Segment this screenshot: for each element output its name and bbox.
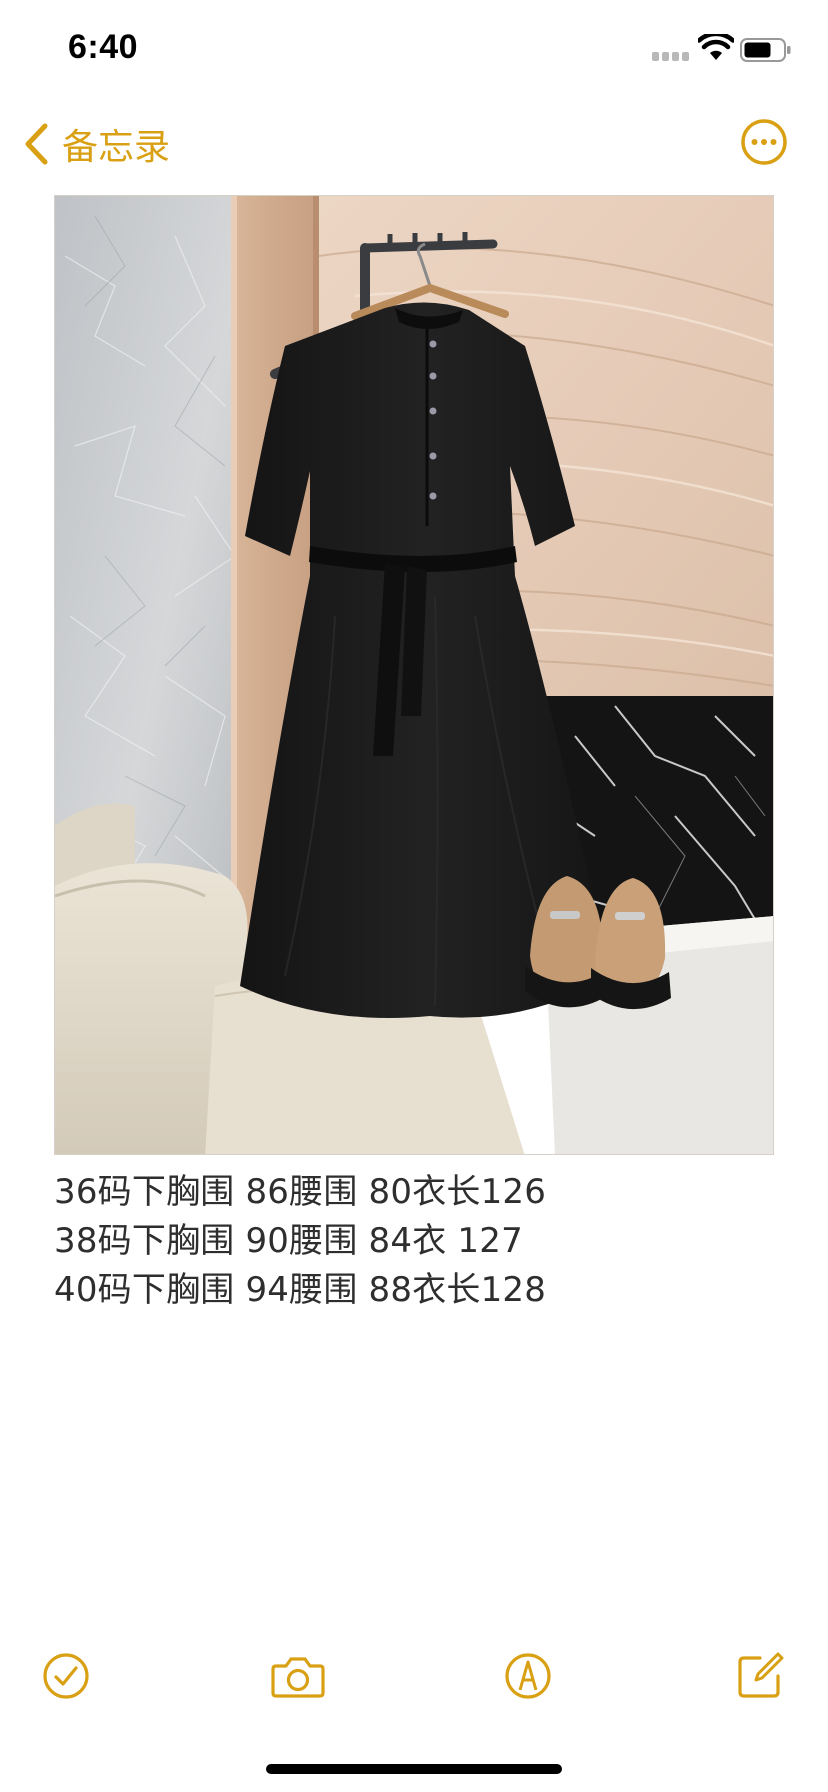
home-indicator <box>266 1764 562 1774</box>
note-line-36: 36码下胸围 86腰围 80衣长126 <box>54 1172 547 1212</box>
chevron-left-icon <box>25 123 48 165</box>
checkmark-circle-icon[interactable] <box>40 1650 92 1702</box>
status-bar: 6:40 <box>0 0 828 100</box>
attached-photo[interactable] <box>54 195 774 1155</box>
back-label: 备忘录 <box>62 127 171 168</box>
status-time: 6:40 <box>68 28 139 66</box>
cellular-signal-icon <box>652 52 692 62</box>
note-line-40: 40码下胸围 94腰围 88衣长128 <box>54 1270 547 1310</box>
wifi-icon <box>698 34 734 60</box>
pen-circle-icon[interactable] <box>502 1650 554 1702</box>
battery-icon <box>740 38 791 62</box>
camera-icon[interactable] <box>270 1650 326 1702</box>
back-button[interactable]: 备忘录 <box>22 118 170 170</box>
dress-photo-image <box>55 196 773 1154</box>
notes-screen: 6:40 备忘录 36码下胸围 86腰围 80衣长126 38码下胸围 90腰围… <box>0 0 828 1792</box>
note-line-38: 38码下胸围 90腰围 84衣 127 <box>54 1221 523 1261</box>
compose-icon[interactable] <box>734 1650 786 1702</box>
bottom-toolbar <box>0 1650 828 1710</box>
navigation-bar: 备忘录 <box>0 100 828 190</box>
ellipsis-circle-icon[interactable] <box>740 118 788 166</box>
note-body[interactable]: 36码下胸围 86腰围 80衣长126 38码下胸围 90腰围 84衣 127 … <box>54 1168 774 1315</box>
